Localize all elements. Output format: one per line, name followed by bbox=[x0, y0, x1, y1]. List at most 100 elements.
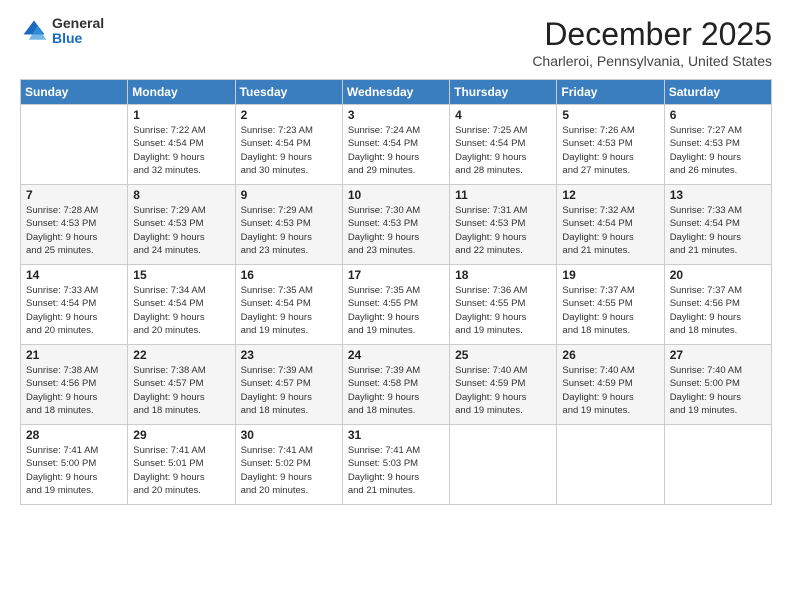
table-row: 7 Sunrise: 7:28 AM Sunset: 4:53 PM Daylig… bbox=[21, 185, 128, 265]
col-monday: Monday bbox=[128, 80, 235, 105]
col-saturday: Saturday bbox=[664, 80, 771, 105]
day-info: Sunrise: 7:36 AM Sunset: 4:55 PM Dayligh… bbox=[455, 284, 551, 337]
table-row: 3Sunrise: 7:24 AM Sunset: 4:54 PM Daylig… bbox=[342, 105, 449, 185]
day-info: Sunrise: 7:33 AM Sunset: 4:54 PM Dayligh… bbox=[670, 204, 766, 257]
day-info: Sunrise: 7:23 AM Sunset: 4:54 PM Dayligh… bbox=[241, 124, 337, 177]
logo-text: General Blue bbox=[52, 16, 104, 47]
day-number: 11 bbox=[455, 188, 551, 202]
day-number: 16 bbox=[241, 268, 337, 282]
day-number: 7 bbox=[26, 188, 122, 202]
calendar-week-row: 7 Sunrise: 7:28 AM Sunset: 4:53 PM Daylig… bbox=[21, 185, 772, 265]
col-tuesday: Tuesday bbox=[235, 80, 342, 105]
table-row: 26 Sunrise: 7:40 AM Sunset: 4:59 PM Dayli… bbox=[557, 345, 664, 425]
day-number: 8 bbox=[133, 188, 229, 202]
day-number: 3 bbox=[348, 108, 444, 122]
page: General Blue December 2025 Charleroi, Pe… bbox=[0, 0, 792, 612]
day-number: 24 bbox=[348, 348, 444, 362]
table-row bbox=[21, 105, 128, 185]
day-info: Sunrise: 7:41 AM Sunset: 5:01 PM Dayligh… bbox=[133, 444, 229, 497]
day-number: 10 bbox=[348, 188, 444, 202]
table-row: 30 Sunrise: 7:41 AM Sunset: 5:02 PM Dayli… bbox=[235, 425, 342, 505]
day-info: Sunrise: 7:41 AM Sunset: 5:03 PM Dayligh… bbox=[348, 444, 444, 497]
table-row: 10 Sunrise: 7:30 AM Sunset: 4:53 PM Dayli… bbox=[342, 185, 449, 265]
table-row: 9 Sunrise: 7:29 AM Sunset: 4:53 PM Daylig… bbox=[235, 185, 342, 265]
table-row: 27 Sunrise: 7:40 AM Sunset: 5:00 PM Dayli… bbox=[664, 345, 771, 425]
calendar-week-row: 21 Sunrise: 7:38 AM Sunset: 4:56 PM Dayli… bbox=[21, 345, 772, 425]
table-row: 24 Sunrise: 7:39 AM Sunset: 4:58 PM Dayli… bbox=[342, 345, 449, 425]
table-row: 20 Sunrise: 7:37 AM Sunset: 4:56 PM Dayli… bbox=[664, 265, 771, 345]
table-row bbox=[450, 425, 557, 505]
day-info: Sunrise: 7:38 AM Sunset: 4:56 PM Dayligh… bbox=[26, 364, 122, 417]
day-number: 17 bbox=[348, 268, 444, 282]
table-row: 1 Sunrise: 7:22 AM Sunset: 4:54 PM Daylig… bbox=[128, 105, 235, 185]
table-row: 12 Sunrise: 7:32 AM Sunset: 4:54 PM Dayli… bbox=[557, 185, 664, 265]
day-info: Sunrise: 7:32 AM Sunset: 4:54 PM Dayligh… bbox=[562, 204, 658, 257]
day-info: Sunrise: 7:37 AM Sunset: 4:56 PM Dayligh… bbox=[670, 284, 766, 337]
day-number: 4 bbox=[455, 108, 551, 122]
day-info: Sunrise: 7:39 AM Sunset: 4:58 PM Dayligh… bbox=[348, 364, 444, 417]
col-wednesday: Wednesday bbox=[342, 80, 449, 105]
day-number: 13 bbox=[670, 188, 766, 202]
day-number: 9 bbox=[241, 188, 337, 202]
table-row: 4 Sunrise: 7:25 AM Sunset: 4:54 PM Daylig… bbox=[450, 105, 557, 185]
logo-general-text: General bbox=[52, 16, 104, 31]
day-number: 27 bbox=[670, 348, 766, 362]
table-row: 5Sunrise: 7:26 AM Sunset: 4:53 PM Daylig… bbox=[557, 105, 664, 185]
table-row: 11 Sunrise: 7:31 AM Sunset: 4:53 PM Dayli… bbox=[450, 185, 557, 265]
day-info: Sunrise: 7:29 AM Sunset: 4:53 PM Dayligh… bbox=[241, 204, 337, 257]
day-number: 15 bbox=[133, 268, 229, 282]
table-row: 25 Sunrise: 7:40 AM Sunset: 4:59 PM Dayli… bbox=[450, 345, 557, 425]
day-info: Sunrise: 7:40 AM Sunset: 5:00 PM Dayligh… bbox=[670, 364, 766, 417]
table-row: 15 Sunrise: 7:34 AM Sunset: 4:54 PM Dayli… bbox=[128, 265, 235, 345]
day-number: 28 bbox=[26, 428, 122, 442]
day-info: Sunrise: 7:31 AM Sunset: 4:53 PM Dayligh… bbox=[455, 204, 551, 257]
table-row: 22 Sunrise: 7:38 AM Sunset: 4:57 PM Dayli… bbox=[128, 345, 235, 425]
day-number: 1 bbox=[133, 108, 229, 122]
day-info: Sunrise: 7:41 AM Sunset: 5:02 PM Dayligh… bbox=[241, 444, 337, 497]
logo-blue-text: Blue bbox=[52, 31, 104, 46]
day-info: Sunrise: 7:41 AM Sunset: 5:00 PM Dayligh… bbox=[26, 444, 122, 497]
day-number: 18 bbox=[455, 268, 551, 282]
col-friday: Friday bbox=[557, 80, 664, 105]
day-info: Sunrise: 7:30 AM Sunset: 4:53 PM Dayligh… bbox=[348, 204, 444, 257]
logo: General Blue bbox=[20, 16, 104, 47]
day-number: 19 bbox=[562, 268, 658, 282]
day-info: Sunrise: 7:28 AM Sunset: 4:53 PM Dayligh… bbox=[26, 204, 122, 257]
table-row: 18 Sunrise: 7:36 AM Sunset: 4:55 PM Dayli… bbox=[450, 265, 557, 345]
table-row: 16 Sunrise: 7:35 AM Sunset: 4:54 PM Dayli… bbox=[235, 265, 342, 345]
day-info: Sunrise: 7:26 AM Sunset: 4:53 PM Dayligh… bbox=[562, 124, 658, 177]
calendar-week-row: 14 Sunrise: 7:33 AM Sunset: 4:54 PM Dayli… bbox=[21, 265, 772, 345]
day-number: 30 bbox=[241, 428, 337, 442]
title-location: Charleroi, Pennsylvania, United States bbox=[532, 53, 772, 69]
table-row: 8 Sunrise: 7:29 AM Sunset: 4:53 PM Daylig… bbox=[128, 185, 235, 265]
day-number: 2 bbox=[241, 108, 337, 122]
day-info: Sunrise: 7:25 AM Sunset: 4:54 PM Dayligh… bbox=[455, 124, 551, 177]
table-row: 28 Sunrise: 7:41 AM Sunset: 5:00 PM Dayli… bbox=[21, 425, 128, 505]
day-info: Sunrise: 7:29 AM Sunset: 4:53 PM Dayligh… bbox=[133, 204, 229, 257]
day-info: Sunrise: 7:40 AM Sunset: 4:59 PM Dayligh… bbox=[455, 364, 551, 417]
day-info: Sunrise: 7:39 AM Sunset: 4:57 PM Dayligh… bbox=[241, 364, 337, 417]
calendar-header-row: Sunday Monday Tuesday Wednesday Thursday… bbox=[21, 80, 772, 105]
title-month: December 2025 bbox=[532, 16, 772, 53]
table-row bbox=[557, 425, 664, 505]
day-number: 12 bbox=[562, 188, 658, 202]
day-number: 25 bbox=[455, 348, 551, 362]
day-number: 14 bbox=[26, 268, 122, 282]
day-number: 22 bbox=[133, 348, 229, 362]
day-info: Sunrise: 7:33 AM Sunset: 4:54 PM Dayligh… bbox=[26, 284, 122, 337]
day-number: 21 bbox=[26, 348, 122, 362]
day-info: Sunrise: 7:38 AM Sunset: 4:57 PM Dayligh… bbox=[133, 364, 229, 417]
day-info: Sunrise: 7:22 AM Sunset: 4:54 PM Dayligh… bbox=[133, 124, 229, 177]
table-row: 6Sunrise: 7:27 AM Sunset: 4:53 PM Daylig… bbox=[664, 105, 771, 185]
day-info: Sunrise: 7:34 AM Sunset: 4:54 PM Dayligh… bbox=[133, 284, 229, 337]
day-info: Sunrise: 7:40 AM Sunset: 4:59 PM Dayligh… bbox=[562, 364, 658, 417]
day-number: 20 bbox=[670, 268, 766, 282]
day-info: Sunrise: 7:35 AM Sunset: 4:54 PM Dayligh… bbox=[241, 284, 337, 337]
logo-icon bbox=[20, 17, 48, 45]
table-row: 13 Sunrise: 7:33 AM Sunset: 4:54 PM Dayli… bbox=[664, 185, 771, 265]
table-row: 23Sunrise: 7:39 AM Sunset: 4:57 PM Dayli… bbox=[235, 345, 342, 425]
table-row bbox=[664, 425, 771, 505]
day-number: 26 bbox=[562, 348, 658, 362]
calendar-week-row: 28 Sunrise: 7:41 AM Sunset: 5:00 PM Dayli… bbox=[21, 425, 772, 505]
calendar-week-row: 1 Sunrise: 7:22 AM Sunset: 4:54 PM Daylig… bbox=[21, 105, 772, 185]
